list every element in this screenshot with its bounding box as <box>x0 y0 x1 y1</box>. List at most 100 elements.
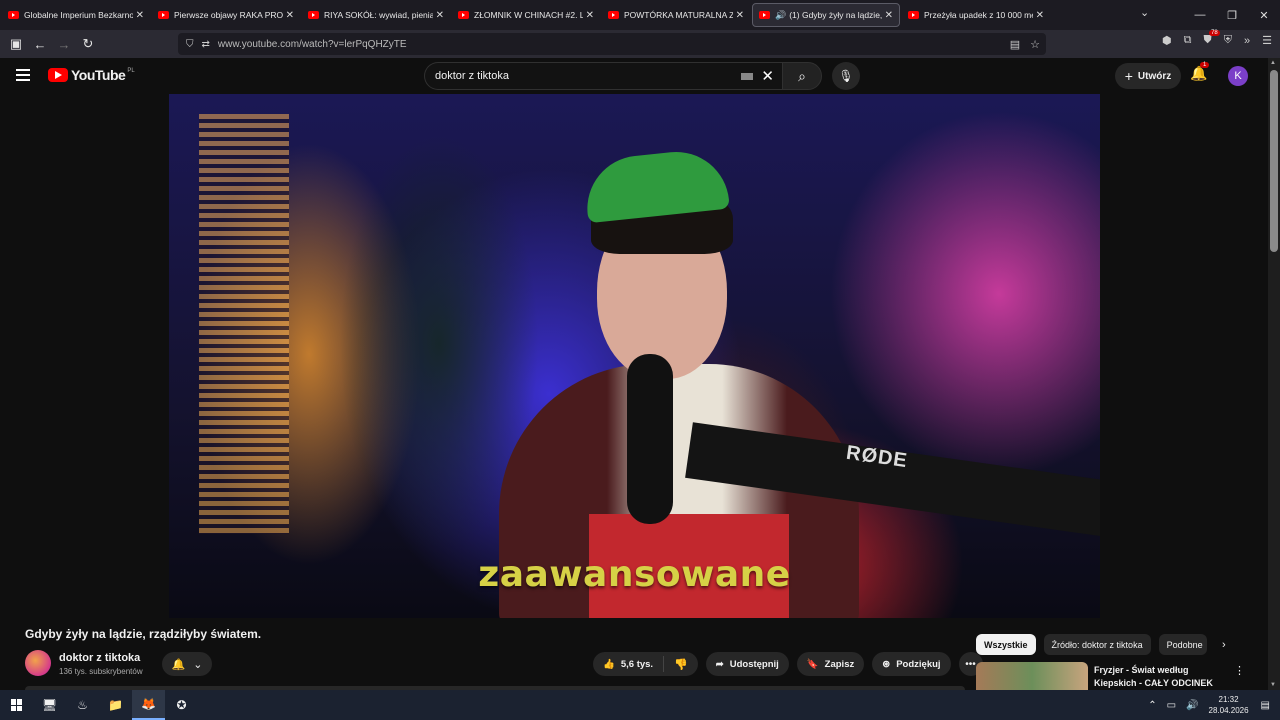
close-tab-icon[interactable]: ✕ <box>136 10 144 21</box>
chip-from-channel[interactable]: Źródło: doktor z tiktoka <box>1043 634 1151 655</box>
like-count: 5,6 tys. <box>620 658 654 670</box>
extensions-icon[interactable]: ⧉ <box>1184 34 1192 47</box>
youtube-favicon-icon <box>458 11 469 19</box>
notifications-button[interactable]: 🔔 1 <box>1190 62 1210 82</box>
forward-icon[interactable]: → <box>52 37 76 52</box>
scrollbar-thumb[interactable] <box>1270 70 1278 252</box>
browser-tab[interactable]: ZŁOMNIK W CHINACH #2. LUKSUS✕ <box>452 3 600 27</box>
back-icon[interactable]: ← <box>28 37 52 52</box>
app-icon: ✪ <box>176 698 187 712</box>
search-input[interactable]: doktor z tiktoka ✕ <box>424 62 782 90</box>
youtube-favicon-icon <box>908 11 919 19</box>
close-tab-icon[interactable]: ✕ <box>586 10 594 21</box>
notifications-center-icon[interactable]: ▤ <box>1261 700 1270 711</box>
close-tab-icon[interactable]: ✕ <box>736 10 744 21</box>
window-controls: — ❐ ✕ <box>1184 0 1280 30</box>
network-icon[interactable]: ▭ <box>1167 700 1176 711</box>
browser-nav-bar: ▣ ← → ↻ ⛉ ⇄ www.youtube.com/watch?v=lerP… <box>0 30 1280 58</box>
extensions-area: ⬢ ⧉ ⛊ 78 ⛨ » ☰ <box>1162 30 1272 47</box>
taskbar-app-computer[interactable]: 🖥 <box>33 690 66 720</box>
shield-icon[interactable]: ⛉ <box>186 39 194 50</box>
close-tab-icon[interactable]: ✕ <box>286 10 294 21</box>
create-button[interactable]: + Utwórz <box>1115 63 1181 89</box>
taskbar-app-steam[interactable]: ♨ <box>66 690 99 720</box>
related-video-menu-icon[interactable]: ⋮ <box>1234 664 1245 677</box>
app-menu-icon[interactable]: ☰ <box>1262 34 1272 47</box>
microphone-icon: 🎙 <box>838 69 854 83</box>
steam-icon: ♨ <box>77 698 88 712</box>
privacy-extension-icon[interactable]: ⛨ <box>1224 34 1232 47</box>
restore-icon[interactable]: ❐ <box>1216 9 1248 22</box>
browser-tab[interactable]: 🔊(1) Gdyby żyły na lądzie, rządziłyby✕ <box>752 3 900 27</box>
channel-avatar[interactable] <box>25 650 51 676</box>
close-tab-icon[interactable]: ✕ <box>1036 10 1044 21</box>
save-button[interactable]: 🔖 Zapisz <box>796 652 865 676</box>
browser-tab[interactable]: RIYA SOKÓŁ: wywiad, pieniądze✕ <box>302 3 450 27</box>
sidebar-toggle-icon[interactable]: ▣ <box>4 36 28 52</box>
bookmark-star-icon[interactable]: ☆ <box>1030 38 1040 51</box>
guide-menu-icon[interactable] <box>16 69 30 81</box>
close-tab-icon[interactable]: ✕ <box>436 10 444 21</box>
tab-audio-icon[interactable]: 🔊 <box>775 10 786 21</box>
like-button[interactable]: 👍 5,6 tys. <box>593 656 665 672</box>
list-all-tabs-icon[interactable]: ⌄ <box>1140 6 1149 19</box>
browser-tab[interactable]: POWTÓRKA MATURALNA Z POLSKIEGO✕ <box>602 3 750 27</box>
tab-title: Przeżyła upadek z 10 000 metrów <box>924 10 1033 20</box>
scroll-up-icon[interactable]: ▲ <box>1270 60 1276 66</box>
video-player[interactable]: RØDE zaawansowane <box>169 94 1100 618</box>
close-tab-icon[interactable]: ✕ <box>885 10 893 21</box>
search-icon: ⌕ <box>798 67 806 84</box>
overflow-menu-icon[interactable]: » <box>1244 35 1250 47</box>
share-icon: ➦ <box>715 658 724 670</box>
ublock-icon[interactable]: ⛊ 78 <box>1204 30 1220 47</box>
taskbar-app-firefox[interactable]: 🦊 <box>132 690 165 720</box>
reader-view-icon[interactable]: ▤ <box>1010 38 1020 51</box>
clock[interactable]: 21:32 28.04.2026 <box>1209 694 1249 716</box>
address-bar[interactable]: ⛉ ⇄ www.youtube.com/watch?v=lerPqQHZyTE … <box>178 33 1046 55</box>
start-button[interactable] <box>0 690 33 720</box>
permissions-icon[interactable]: ⇄ <box>202 39 210 50</box>
clock-time: 21:32 <box>1218 695 1239 704</box>
bookmark-icon: 🔖 <box>806 658 819 670</box>
computer-icon: 🖥 <box>41 698 58 712</box>
url-text[interactable]: www.youtube.com/watch?v=lerPqQHZyTE <box>218 39 1010 50</box>
volume-icon[interactable]: 🔊 <box>1186 700 1198 711</box>
chevron-right-icon[interactable]: › <box>1222 639 1226 651</box>
reload-icon[interactable]: ↻ <box>76 36 100 52</box>
youtube-favicon-icon <box>158 11 169 19</box>
vpn-extension-icon[interactable]: ⬢ <box>1162 34 1172 47</box>
tab-title: ZŁOMNIK W CHINACH #2. LUKSUS <box>474 10 583 20</box>
browser-tab[interactable]: Przeżyła upadek z 10 000 metrów✕ <box>902 3 1050 27</box>
chip-related[interactable]: Podobne <box>1158 634 1207 655</box>
scroll-down-icon[interactable]: ▼ <box>1270 682 1276 688</box>
bell-icon: 🔔 <box>171 658 186 671</box>
region-code: PL <box>127 68 135 74</box>
youtube-logo[interactable]: YouTube PL <box>48 67 135 83</box>
thanks-label: Podziękuj <box>896 658 941 670</box>
related-video-thumbnail[interactable] <box>976 662 1088 690</box>
tab-title: Globalne Imperium Bezkarności <box>24 10 133 20</box>
tab-list: Globalne Imperium Bezkarności ✕ Pierwsze o… <box>0 3 1050 27</box>
thanks-button[interactable]: ⊛ Podziękuj <box>872 652 951 676</box>
account-avatar[interactable]: K <box>1228 66 1248 86</box>
subscription-notifications-button[interactable]: 🔔 ⌄ <box>162 652 212 676</box>
taskbar-app-other[interactable]: ✪ <box>165 690 198 720</box>
search-button[interactable]: ⌕ <box>782 62 822 90</box>
youtube-favicon-icon <box>308 11 319 19</box>
share-button[interactable]: ➦ Udostępnij <box>705 652 789 676</box>
keyboard-icon[interactable] <box>741 72 754 80</box>
window-blinds <box>199 114 289 534</box>
close-window-icon[interactable]: ✕ <box>1248 9 1280 22</box>
tray-overflow-icon[interactable]: ⌃ <box>1148 700 1156 711</box>
voice-search-button[interactable]: 🎙 <box>832 62 860 90</box>
clear-search-icon[interactable]: ✕ <box>761 67 774 85</box>
browser-tab[interactable]: Pierwsze objawy RAKA PROSTATY✕ <box>152 3 300 27</box>
browser-tab[interactable]: Globalne Imperium Bezkarności ✕ <box>2 3 150 27</box>
chip-all[interactable]: Wszystkie <box>976 634 1036 655</box>
dislike-button[interactable]: 👎 <box>664 658 698 671</box>
minimize-icon[interactable]: — <box>1184 9 1216 21</box>
page-scrollbar[interactable]: ▲ ▼ <box>1268 58 1280 690</box>
taskbar-app-explorer[interactable]: 📁 <box>99 690 132 720</box>
channel-name[interactable]: doktor z tiktoka <box>59 652 140 664</box>
search-query[interactable]: doktor z tiktoka <box>435 70 741 82</box>
